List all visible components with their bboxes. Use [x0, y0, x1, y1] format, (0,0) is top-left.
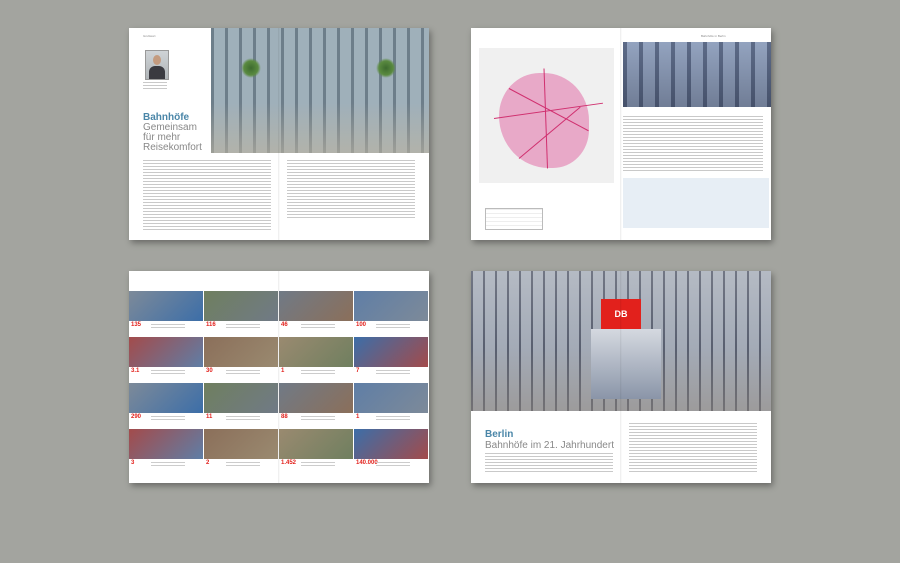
fact-caption — [226, 462, 260, 467]
station-hall-photo — [211, 28, 429, 153]
station-table — [485, 208, 543, 230]
fact-photo — [204, 337, 278, 367]
fact-number: 290 — [131, 414, 142, 420]
fact-photo — [279, 291, 353, 321]
fact-caption — [226, 324, 260, 329]
fact-photo — [279, 429, 353, 459]
fact-caption — [151, 416, 185, 421]
running-head: Grußwort — [143, 34, 156, 38]
author-portrait — [145, 50, 169, 80]
spread-title: Bahnhöfe Gemeinsam für mehr Reisekomfort — [143, 113, 202, 153]
body-text-left — [143, 160, 271, 232]
fact-caption — [301, 462, 335, 467]
spread-title: Berlin Bahnhöfe im 21. Jahrhundert — [485, 429, 614, 451]
fact-caption — [301, 416, 335, 421]
fact-photo — [354, 429, 428, 459]
spread-berlin: DB Berlin Bahnhöfe im 21. Jahrhundert — [471, 271, 771, 483]
palm-tree — [241, 58, 261, 78]
fact-number: 2 — [206, 460, 210, 466]
fact-photo — [129, 383, 203, 413]
body-text — [623, 116, 763, 171]
facts-grid: 135 116 46 100 3.1 30 1 7 290 11 88 1 3 2 1.452 140.000 — [129, 291, 429, 483]
rail-network-map — [479, 48, 614, 183]
fact-photo — [354, 291, 428, 321]
fact-caption — [151, 462, 185, 467]
fact-caption — [151, 370, 185, 375]
fact-caption — [226, 370, 260, 375]
fact-number: 11 — [206, 414, 213, 420]
fact-number: 1.452 — [281, 460, 297, 466]
running-head: Bahnhöfe in Berlin — [701, 34, 726, 38]
fact-number: 3 — [131, 460, 135, 466]
info-box — [623, 178, 769, 228]
fact-caption — [151, 324, 185, 329]
fact-caption — [376, 462, 410, 467]
fact-number: 88 — [281, 414, 288, 420]
platform-photo — [623, 42, 771, 107]
spread-network-map: Bahnhöfe in Berlin — [471, 28, 771, 240]
fact-number: 1 — [281, 368, 285, 374]
spread-facts: 135 116 46 100 3.1 30 1 7 290 11 88 1 3 2 1.452 140.000 — [129, 271, 429, 483]
db-logo-sign: DB — [601, 299, 641, 329]
fact-number: 7 — [356, 368, 360, 374]
fact-number: 140.000 — [356, 460, 378, 466]
intro-text — [485, 453, 613, 473]
fact-number: 135 — [131, 322, 142, 328]
fact-photo — [129, 291, 203, 321]
fact-caption — [226, 416, 260, 421]
fact-photo — [354, 337, 428, 367]
fact-number: 100 — [356, 322, 367, 328]
fact-photo — [129, 337, 203, 367]
fact-photo — [129, 429, 203, 459]
title-line-1: Berlin — [485, 429, 514, 440]
fact-photo — [204, 429, 278, 459]
title-line-2: Bahnhöfe im 21. Jahrhundert — [485, 440, 614, 451]
hauptbahnhof-photo: DB — [471, 271, 771, 411]
fact-photo — [204, 383, 278, 413]
fact-number: 116 — [206, 322, 216, 328]
fact-number: 30 — [206, 368, 213, 374]
fact-photo — [354, 383, 428, 413]
fact-caption — [376, 416, 410, 421]
fact-caption — [376, 324, 410, 329]
fact-number: 46 — [281, 322, 288, 328]
title-line-4: Reisekomfort — [143, 142, 202, 153]
body-text-right — [287, 160, 415, 220]
spread-greeting: Grußwort Bahnhöfe Gemeinsam für mehr Rei… — [129, 28, 429, 240]
fact-number: 1 — [356, 414, 360, 420]
fact-photo — [279, 337, 353, 367]
fact-caption — [376, 370, 410, 375]
fact-caption — [301, 324, 335, 329]
fact-caption — [301, 370, 335, 375]
shop-pavilion — [591, 329, 661, 399]
fact-photo — [204, 291, 278, 321]
body-text — [629, 423, 757, 473]
fact-photo — [279, 383, 353, 413]
palm-tree — [376, 58, 396, 78]
fact-number: 3.1 — [131, 368, 140, 374]
portrait-caption — [143, 82, 167, 90]
